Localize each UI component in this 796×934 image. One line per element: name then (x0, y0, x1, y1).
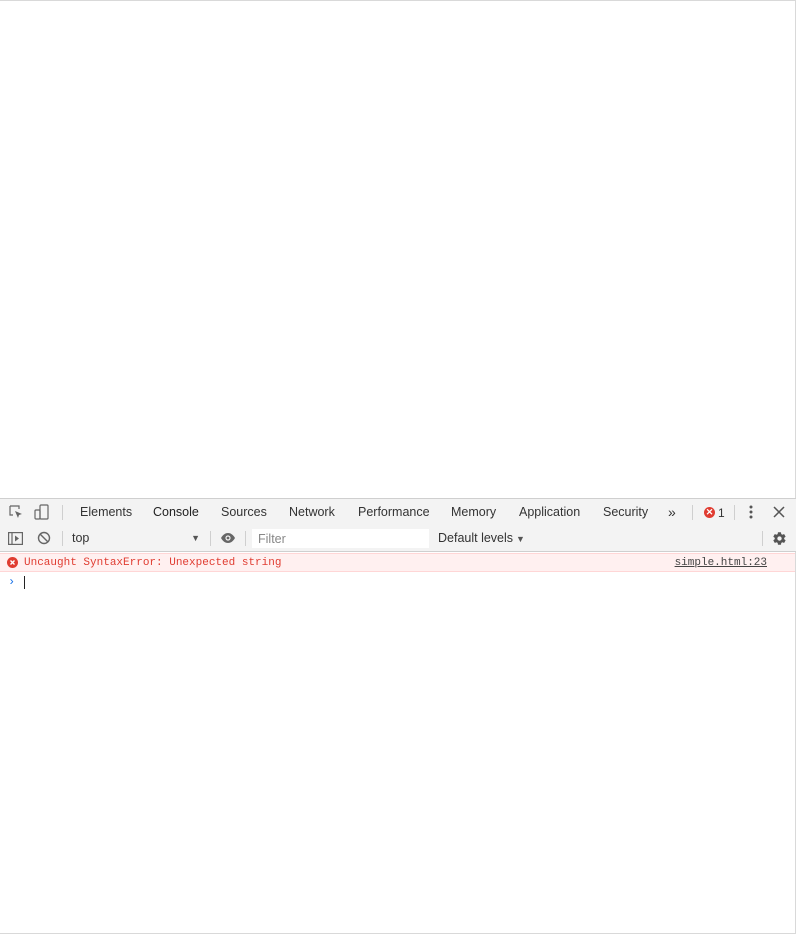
log-levels-label: Default levels (438, 531, 514, 545)
error-source-link[interactable]: simple.html:23 (675, 556, 767, 570)
tab-network[interactable]: Network (279, 499, 345, 526)
gear-icon[interactable] (771, 530, 787, 546)
error-icon (7, 557, 18, 568)
dropdown-arrow-icon: ▼ (191, 533, 200, 543)
toolbar-divider (734, 505, 735, 520)
console-toolbar: top ▼ Default levels▼ (0, 525, 796, 552)
toolbar-divider (692, 505, 693, 520)
inspect-element-icon[interactable] (8, 504, 24, 520)
error-count-badge[interactable]: ✕ 1 (704, 505, 725, 520)
clear-console-icon[interactable] (36, 530, 52, 546)
prompt-chevron-icon: › (8, 575, 16, 589)
tab-elements[interactable]: Elements (70, 499, 142, 526)
filter-input[interactable] (252, 529, 429, 548)
tab-sources[interactable]: Sources (211, 499, 277, 526)
more-tabs-button[interactable]: » (658, 499, 686, 526)
page-viewport (0, 0, 796, 498)
error-icon: ✕ (704, 507, 715, 518)
toolbar-divider (762, 531, 763, 546)
devtools-panel: Elements Console Sources Network Perform… (0, 498, 796, 934)
tab-performance[interactable]: Performance (348, 499, 440, 526)
console-error-message: Uncaught SyntaxError: Unexpected string … (0, 553, 795, 572)
text-caret (24, 576, 25, 589)
context-value: top (72, 531, 90, 545)
toolbar-divider (210, 531, 211, 546)
error-message-text: Uncaught SyntaxError: Unexpected string (24, 557, 282, 569)
sidebar-toggle-icon[interactable] (7, 530, 23, 546)
console-prompt[interactable]: › (0, 574, 795, 591)
tab-memory[interactable]: Memory (441, 499, 506, 526)
dropdown-arrow-icon: ▼ (516, 534, 525, 544)
context-selector[interactable]: top ▼ (66, 529, 204, 548)
devtools-tabbar: Elements Console Sources Network Perform… (0, 498, 796, 527)
toolbar-divider (62, 505, 63, 520)
tab-security[interactable]: Security (593, 499, 658, 526)
toolbar-divider (62, 531, 63, 546)
device-toolbar-icon[interactable] (34, 504, 50, 520)
tab-console[interactable]: Console (143, 499, 209, 527)
error-count: 1 (718, 505, 725, 520)
eye-icon[interactable] (220, 530, 236, 546)
kebab-menu-icon[interactable] (743, 504, 759, 520)
log-levels-dropdown[interactable]: Default levels ▼ (438, 529, 525, 548)
tab-application[interactable]: Application (509, 499, 590, 526)
toolbar-divider (245, 531, 246, 546)
close-icon[interactable] (771, 504, 787, 520)
